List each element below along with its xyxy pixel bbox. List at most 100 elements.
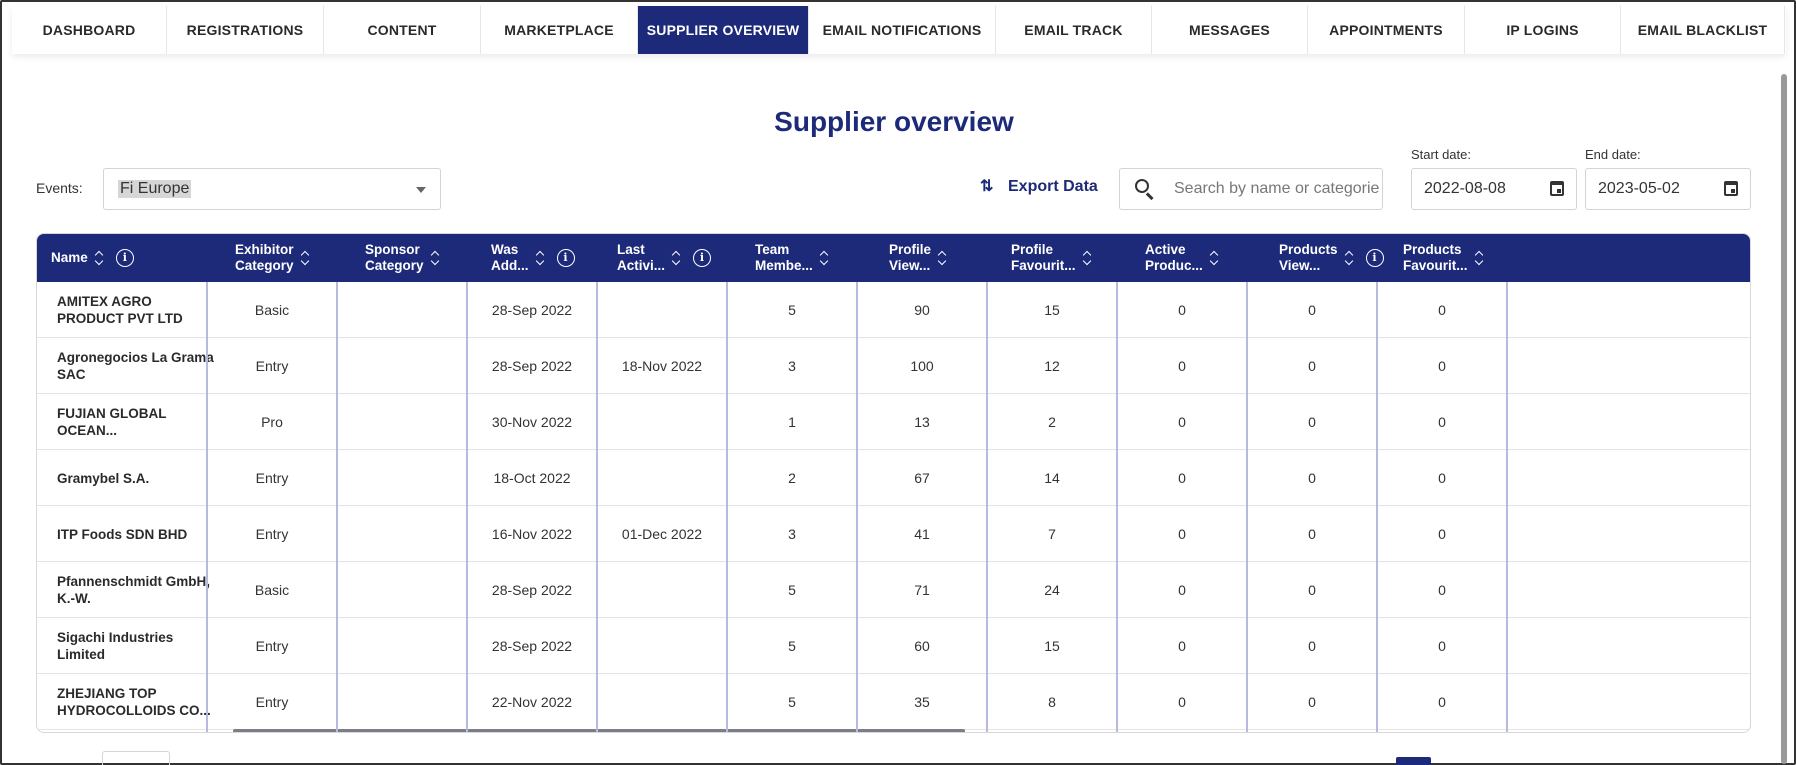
nav-tab-registrations[interactable]: REGISTRATIONS [167,6,324,54]
column-divider [856,282,858,732]
table-cell [597,674,727,730]
nav-tab-content[interactable]: CONTENT [324,6,481,54]
pagination-current-page[interactable] [1396,757,1431,765]
sort-icon[interactable] [673,251,681,265]
nav-tab-dashboard[interactable]: DASHBOARD [12,6,167,54]
nav-tab-supplier-overview[interactable]: SUPPLIER OVERVIEW [638,6,809,54]
table-cell: 2 [1048,414,1056,430]
sort-icon[interactable] [1211,251,1219,265]
table-cell: 0 [1308,470,1316,486]
sort-icon[interactable] [821,251,829,265]
table-cell: 3 [788,358,796,374]
calendar-icon[interactable] [1550,181,1564,196]
table-cell: 41 [914,526,930,542]
table-cell: Pro [261,414,283,430]
nav-tab-email-track[interactable]: EMAIL TRACK [996,6,1152,54]
column-header[interactable]: Team Membe... [755,234,829,282]
column-header[interactable]: Active Produc... [1145,234,1219,282]
column-header[interactable]: Sponsor Category [365,234,440,282]
table-cell: ZHEJIANG TOP HYDROCOLLOIDS CO... [57,686,211,718]
table-row[interactable]: FUJIAN GLOBAL OCEAN... Pro 30-Nov 2022 1 13 2… [37,394,1750,450]
table-cell: 0 [1438,526,1446,542]
table-cell: 28-Sep 2022 [491,638,573,654]
column-divider [596,282,598,732]
table-cell [337,562,467,618]
column-header-label: Active Produc... [1145,242,1203,273]
table-cell: 71 [914,582,930,598]
table-cell: 90 [914,302,930,318]
start-date-field[interactable]: 2022-08-08 [1411,168,1577,210]
table-row[interactable]: Sigachi Industries Limited Entry 28-Sep 20… [37,618,1750,674]
column-header-label: Products Favourit... [1403,242,1468,273]
column-header[interactable]: Profile View... [889,234,947,282]
table-cell: 15 [1044,302,1060,318]
page-size-select[interactable] [102,751,170,765]
nav-tab-email-blacklist[interactable]: EMAIL BLACKLIST [1621,6,1785,54]
nav-tab-email-notifications[interactable]: EMAIL NOTIFICATIONS [809,6,996,54]
info-icon[interactable]: i [693,249,712,267]
vertical-scrollbar[interactable] [1781,74,1787,764]
column-header[interactable]: Was Add... i [491,234,575,282]
column-divider [1376,282,1378,732]
table-cell: 1 [788,414,796,430]
events-select[interactable]: Fi Europe [103,168,441,210]
table-cell: 30-Nov 2022 [491,414,573,430]
nav-tab-appointments[interactable]: APPOINTMENTS [1308,6,1465,54]
column-header[interactable]: Products View... i [1279,234,1384,282]
info-icon[interactable]: i [1365,249,1384,267]
column-divider [1246,282,1248,732]
table-cell: 0 [1438,694,1446,710]
end-date-field[interactable]: 2023-05-02 [1585,168,1751,210]
table-cell: 28-Sep 2022 [491,358,573,374]
table-row[interactable]: ZHEJIANG TOP HYDROCOLLOIDS CO... Entry 22-… [37,674,1750,730]
sort-icon[interactable] [939,251,947,265]
table-cell [337,506,467,562]
table-cell: 0 [1308,582,1316,598]
info-icon[interactable]: i [556,249,575,267]
export-data-button[interactable]: ⇅ Export Data [980,178,1098,196]
table-cell: 8 [1048,694,1056,710]
table-cell: 13 [914,414,930,430]
table-cell: 18-Oct 2022 [493,470,571,486]
table-cell: 0 [1178,694,1186,710]
search-icon[interactable] [1134,178,1156,200]
sort-icon[interactable] [537,251,545,265]
table-cell: 7 [1048,526,1056,542]
table-cell: 0 [1438,638,1446,654]
sort-icon[interactable] [432,251,440,265]
nav-tab-messages[interactable]: MESSAGES [1152,6,1308,54]
table-cell: 60 [914,638,930,654]
table-row[interactable]: AMITEX AGRO PRODUCT PVT LTD Basic 28-Sep 2… [37,282,1750,338]
table-cell: Entry [255,470,289,486]
sort-icon[interactable] [302,251,310,265]
end-date-label: End date: [1585,147,1641,162]
table-cell: 0 [1178,414,1186,430]
table-cell: 0 [1178,582,1186,598]
table-cell: 0 [1438,414,1446,430]
sort-icon[interactable] [1476,251,1484,265]
table-cell: 3 [788,526,796,542]
search-input[interactable] [1174,180,1379,198]
table-cell: 5 [788,582,796,598]
table-row[interactable]: ITP Foods SDN BHD Entry 16-Nov 2022 01-Dec … [37,506,1750,562]
table-cell: 0 [1438,302,1446,318]
sort-icon[interactable] [96,251,104,265]
page-title: Supplier overview [774,106,1014,137]
table-cell: Pfannenschmidt GmbH, K.-W. [57,574,211,606]
table-row[interactable]: Pfannenschmidt GmbH, K.-W. Basic 28-Sep 20… [37,562,1750,618]
calendar-icon[interactable] [1724,181,1738,196]
column-header[interactable]: Exhibitor Category [235,234,310,282]
column-header[interactable]: Last Activi... i [617,234,712,282]
nav-tab-ip-logins[interactable]: IP LOGINS [1465,6,1621,54]
column-header[interactable]: Products Favourit... [1403,234,1484,282]
nav-tab-marketplace[interactable]: MARKETPLACE [481,6,638,54]
table-cell: Entry [255,358,289,374]
column-header[interactable]: Profile Favourit... [1011,234,1092,282]
table-cell: 35 [914,694,930,710]
sort-icon[interactable] [1346,251,1354,265]
sort-icon[interactable] [1084,251,1092,265]
column-header[interactable]: Name i [51,234,134,282]
info-icon[interactable]: i [115,249,134,267]
table-row[interactable]: Agronegocios La Grama SAC Entry 28-Sep 202… [37,338,1750,394]
table-row[interactable]: Gramybel S.A. Entry 18-Oct 2022 2 67 14 0 0 0 [37,450,1750,506]
